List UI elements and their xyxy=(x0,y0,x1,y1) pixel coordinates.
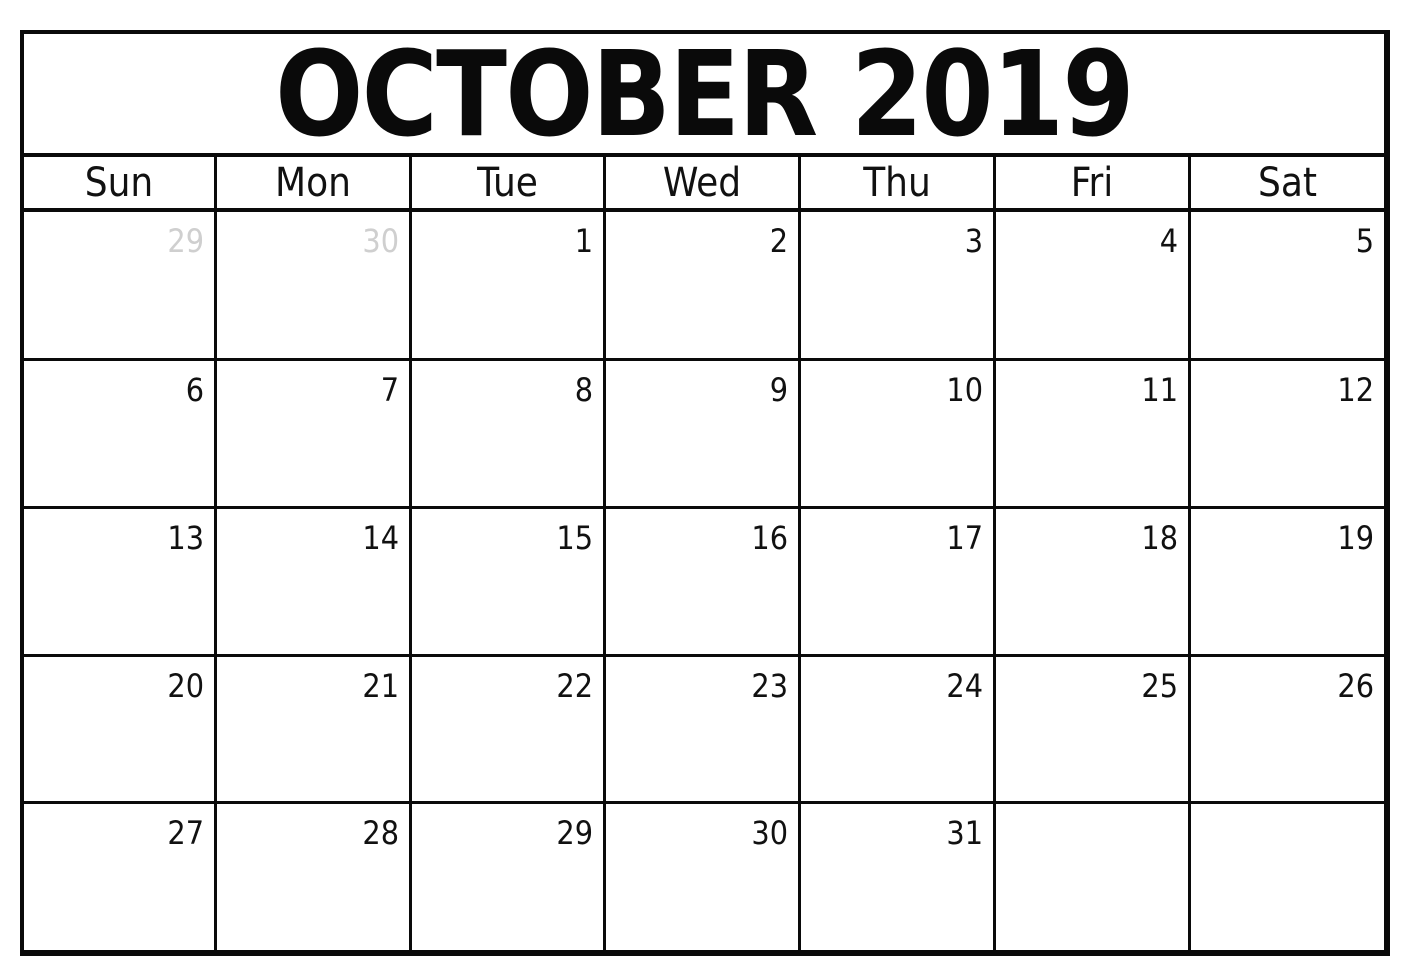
day-cell[interactable]: 15 xyxy=(412,509,606,657)
day-cell[interactable]: 31 xyxy=(801,804,996,950)
day-cell[interactable]: 20 xyxy=(24,657,217,804)
day-cell[interactable]: 7 xyxy=(217,361,412,509)
day-number: 7 xyxy=(380,371,399,409)
day-cell[interactable]: 13 xyxy=(24,509,217,657)
day-number: 18 xyxy=(1141,519,1178,557)
day-cell[interactable]: 5 xyxy=(1191,212,1384,361)
day-number: 31 xyxy=(946,814,983,852)
day-cell[interactable]: 24 xyxy=(801,657,996,804)
calendar: OCTOBER 2019 Sun Mon Tue Wed Thu Fri Sat… xyxy=(20,25,1390,956)
day-number: 1 xyxy=(574,222,593,260)
day-number: 10 xyxy=(946,371,983,409)
weekday-header-tue: Tue xyxy=(412,157,606,212)
day-cell[interactable]: 9 xyxy=(606,361,801,509)
day-number: 24 xyxy=(946,667,983,705)
day-cell[interactable]: 1 xyxy=(412,212,606,361)
day-number-adjacent-month: 30 xyxy=(362,222,399,260)
day-number: 8 xyxy=(574,371,593,409)
calendar-grid: Sun Mon Tue Wed Thu Fri Sat 29 30 1 2 3 4 5 6 7 8… xyxy=(24,157,1384,950)
day-number-adjacent-month: 29 xyxy=(167,222,204,260)
day-cell[interactable]: 16 xyxy=(606,509,801,657)
day-number: 4 xyxy=(1159,222,1178,260)
day-cell[interactable]: 8 xyxy=(412,361,606,509)
day-number: 23 xyxy=(751,667,788,705)
calendar-title: OCTOBER 2019 xyxy=(275,25,1134,163)
day-number: 5 xyxy=(1355,222,1374,260)
weekday-header-wed: Wed xyxy=(606,157,801,212)
day-cell[interactable]: 23 xyxy=(606,657,801,804)
day-number: 19 xyxy=(1337,519,1374,557)
day-number: 26 xyxy=(1337,667,1374,705)
day-cell[interactable]: 27 xyxy=(24,804,217,950)
day-cell[interactable] xyxy=(996,804,1191,950)
day-cell[interactable]: 26 xyxy=(1191,657,1384,804)
day-cell[interactable] xyxy=(1191,804,1384,950)
day-number: 11 xyxy=(1141,371,1178,409)
day-cell[interactable]: 30 xyxy=(217,212,412,361)
day-number: 28 xyxy=(362,814,399,852)
day-cell[interactable]: 6 xyxy=(24,361,217,509)
day-cell[interactable]: 21 xyxy=(217,657,412,804)
day-cell[interactable]: 17 xyxy=(801,509,996,657)
weekday-header-thu: Thu xyxy=(801,157,996,212)
day-number: 21 xyxy=(362,667,399,705)
day-number: 29 xyxy=(556,814,593,852)
day-number: 17 xyxy=(946,519,983,557)
day-number: 2 xyxy=(769,222,788,260)
day-cell[interactable]: 2 xyxy=(606,212,801,361)
weekday-header-sat: Sat xyxy=(1191,157,1384,212)
day-cell[interactable]: 25 xyxy=(996,657,1191,804)
day-cell[interactable]: 14 xyxy=(217,509,412,657)
day-cell[interactable]: 10 xyxy=(801,361,996,509)
weekday-header-sun: Sun xyxy=(24,157,217,212)
day-number: 27 xyxy=(167,814,204,852)
day-number: 9 xyxy=(769,371,788,409)
day-cell[interactable]: 18 xyxy=(996,509,1191,657)
day-number: 6 xyxy=(185,371,204,409)
day-cell[interactable]: 22 xyxy=(412,657,606,804)
day-number: 16 xyxy=(751,519,788,557)
day-number: 25 xyxy=(1141,667,1178,705)
day-cell[interactable]: 28 xyxy=(217,804,412,950)
day-cell[interactable]: 29 xyxy=(412,804,606,950)
day-cell[interactable]: 4 xyxy=(996,212,1191,361)
day-number: 14 xyxy=(362,519,399,557)
day-number: 20 xyxy=(167,667,204,705)
day-number: 12 xyxy=(1337,371,1374,409)
weekday-header-mon: Mon xyxy=(217,157,412,212)
day-cell[interactable]: 12 xyxy=(1191,361,1384,509)
day-cell[interactable]: 29 xyxy=(24,212,217,361)
day-number: 22 xyxy=(556,667,593,705)
day-number: 3 xyxy=(964,222,983,260)
day-cell[interactable]: 3 xyxy=(801,212,996,361)
day-cell[interactable]: 19 xyxy=(1191,509,1384,657)
day-number: 30 xyxy=(751,814,788,852)
day-cell[interactable]: 11 xyxy=(996,361,1191,509)
day-number: 15 xyxy=(556,519,593,557)
day-cell[interactable]: 30 xyxy=(606,804,801,950)
weekday-header-fri: Fri xyxy=(996,157,1191,212)
day-number: 13 xyxy=(167,519,204,557)
